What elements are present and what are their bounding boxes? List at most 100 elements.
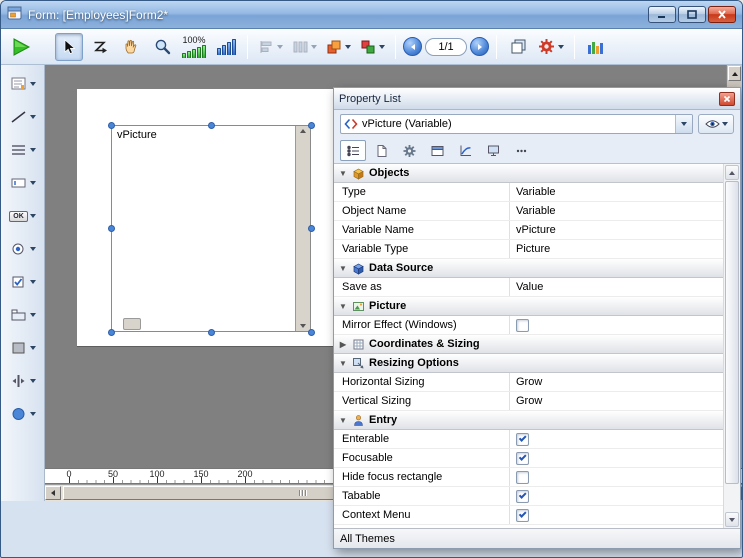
close-button[interactable]	[708, 6, 736, 23]
selection-tool-button[interactable]	[55, 33, 83, 61]
tab-events[interactable]	[452, 140, 478, 161]
property-row: Focusable	[334, 449, 723, 468]
zoom-level-control[interactable]: 100%	[179, 35, 209, 58]
zoom-bars-icon[interactable]	[182, 45, 206, 58]
property-value[interactable]: Picture	[510, 243, 723, 255]
tab-page[interactable]	[368, 140, 394, 161]
property-value[interactable]: vPicture	[510, 224, 723, 236]
enterable-checkbox[interactable]	[516, 433, 529, 446]
tab-display[interactable]	[480, 140, 506, 161]
property-value[interactable]: Value	[510, 281, 723, 293]
main-toolbar: 100% 1/1	[1, 29, 742, 65]
section-header-objects[interactable]: ▼ Objects	[334, 164, 723, 183]
object-tool-palette: OK	[1, 65, 45, 501]
selection-handle[interactable]	[308, 122, 315, 129]
expander-icon[interactable]: ▼	[338, 264, 348, 273]
oval-tool[interactable]	[4, 401, 42, 427]
tab-all-properties[interactable]	[340, 140, 366, 161]
section-header-picture[interactable]: ▼ Picture	[334, 297, 723, 316]
property-value[interactable]: Variable	[510, 186, 723, 198]
splitter-tool[interactable]	[4, 368, 42, 394]
titlebar[interactable]: Form: [Employees]Form2*	[1, 1, 742, 29]
expander-icon[interactable]: ▼	[338, 302, 348, 311]
align-tool-button[interactable]	[255, 33, 286, 61]
selected-object-name: vPicture (Variable)	[362, 118, 452, 130]
text-tool-icon	[10, 76, 28, 92]
checkbox-tool[interactable]	[4, 269, 42, 295]
maximize-button[interactable]	[678, 6, 706, 23]
curve-icon	[458, 144, 473, 158]
scroll-thumb[interactable]	[725, 181, 739, 484]
section-header-coordinates-sizing[interactable]: ▶ Coordinates & Sizing	[334, 335, 723, 354]
property-list-close-button[interactable]	[719, 92, 735, 106]
property-value[interactable]: Grow	[510, 395, 723, 407]
tab-settings[interactable]	[396, 140, 422, 161]
property-row: Variable Name vPicture	[334, 221, 723, 240]
object-list-button[interactable]	[582, 33, 610, 61]
monitor-icon	[486, 144, 501, 158]
selection-handle[interactable]	[308, 225, 315, 232]
selection-handle[interactable]	[308, 329, 315, 336]
group-tool-button[interactable]	[357, 33, 388, 61]
context-menu-checkbox[interactable]	[516, 509, 529, 522]
move-tool-button[interactable]	[117, 33, 145, 61]
settings-gear-button[interactable]	[535, 33, 567, 61]
entry-order-tool-button[interactable]	[86, 33, 114, 61]
expander-icon[interactable]: ▶	[338, 340, 348, 349]
scroll-left-button[interactable]	[45, 486, 61, 500]
selection-handle[interactable]	[108, 122, 115, 129]
radio-button-tool[interactable]	[4, 236, 42, 262]
next-page-button[interactable]	[470, 37, 489, 56]
selector-dropdown-button[interactable]	[675, 115, 692, 133]
property-list-titlebar[interactable]: Property List	[334, 88, 740, 110]
ellipsis-icon	[514, 144, 529, 158]
distribute-tool-button[interactable]	[289, 33, 320, 61]
section-header-data-source[interactable]: ▼ Data Source	[334, 259, 723, 278]
mirror-effect-checkbox[interactable]	[516, 319, 529, 332]
scroll-down-button[interactable]	[725, 512, 739, 527]
picture-variable-object[interactable]: vPicture	[111, 125, 311, 332]
expander-icon[interactable]: ▼	[338, 359, 348, 368]
focusable-checkbox[interactable]	[516, 452, 529, 465]
tab-control-tool[interactable]	[4, 302, 42, 328]
form-windows-button[interactable]	[504, 33, 532, 61]
selection-handle[interactable]	[208, 122, 215, 129]
scroll-up-button[interactable]	[725, 165, 739, 180]
level-tool-button[interactable]	[323, 33, 354, 61]
expander-icon[interactable]: ▼	[338, 169, 348, 178]
button-tool[interactable]: OK	[4, 203, 42, 229]
object-selector[interactable]: vPicture (Variable)	[340, 114, 693, 134]
theme-filter[interactable]: All Themes	[334, 528, 740, 548]
tab-more[interactable]	[508, 140, 534, 161]
selection-handle[interactable]	[108, 225, 115, 232]
previous-page-button[interactable]	[403, 37, 422, 56]
display-scale-button[interactable]	[212, 33, 240, 61]
property-list-scrollbar[interactable]	[723, 164, 740, 528]
groupbox-tool[interactable]	[4, 137, 42, 163]
property-value[interactable]: Grow	[510, 376, 723, 388]
text-tool[interactable]	[4, 71, 42, 97]
zoom-tool-button[interactable]	[148, 33, 176, 61]
section-header-entry[interactable]: ▼ Entry	[334, 411, 723, 430]
zoom-level-label: 100%	[182, 35, 205, 45]
selection-handle[interactable]	[208, 329, 215, 336]
tabable-checkbox[interactable]	[516, 490, 529, 503]
property-row: Context Menu	[334, 506, 723, 525]
field-tool[interactable]	[4, 170, 42, 196]
tab-appearance[interactable]	[424, 140, 450, 161]
hide-focus-rectangle-checkbox[interactable]	[516, 471, 529, 484]
minimize-button[interactable]	[648, 6, 676, 23]
section-title: Objects	[369, 167, 409, 179]
execute-form-button[interactable]	[7, 33, 35, 61]
property-value[interactable]: Variable	[510, 205, 723, 217]
line-tool[interactable]	[4, 104, 42, 130]
rectangle-tool[interactable]	[4, 335, 42, 361]
object-label: vPicture	[117, 129, 157, 141]
property-row: Save as Value	[334, 278, 723, 297]
section-header-resizing-options[interactable]: ▼ Resizing Options	[334, 354, 723, 373]
scroll-up-button[interactable]	[728, 66, 741, 81]
expander-icon[interactable]: ▼	[338, 416, 348, 425]
selection-handle[interactable]	[108, 329, 115, 336]
view-options-button[interactable]	[698, 114, 734, 134]
theme-filter-label: All Themes	[340, 533, 395, 545]
